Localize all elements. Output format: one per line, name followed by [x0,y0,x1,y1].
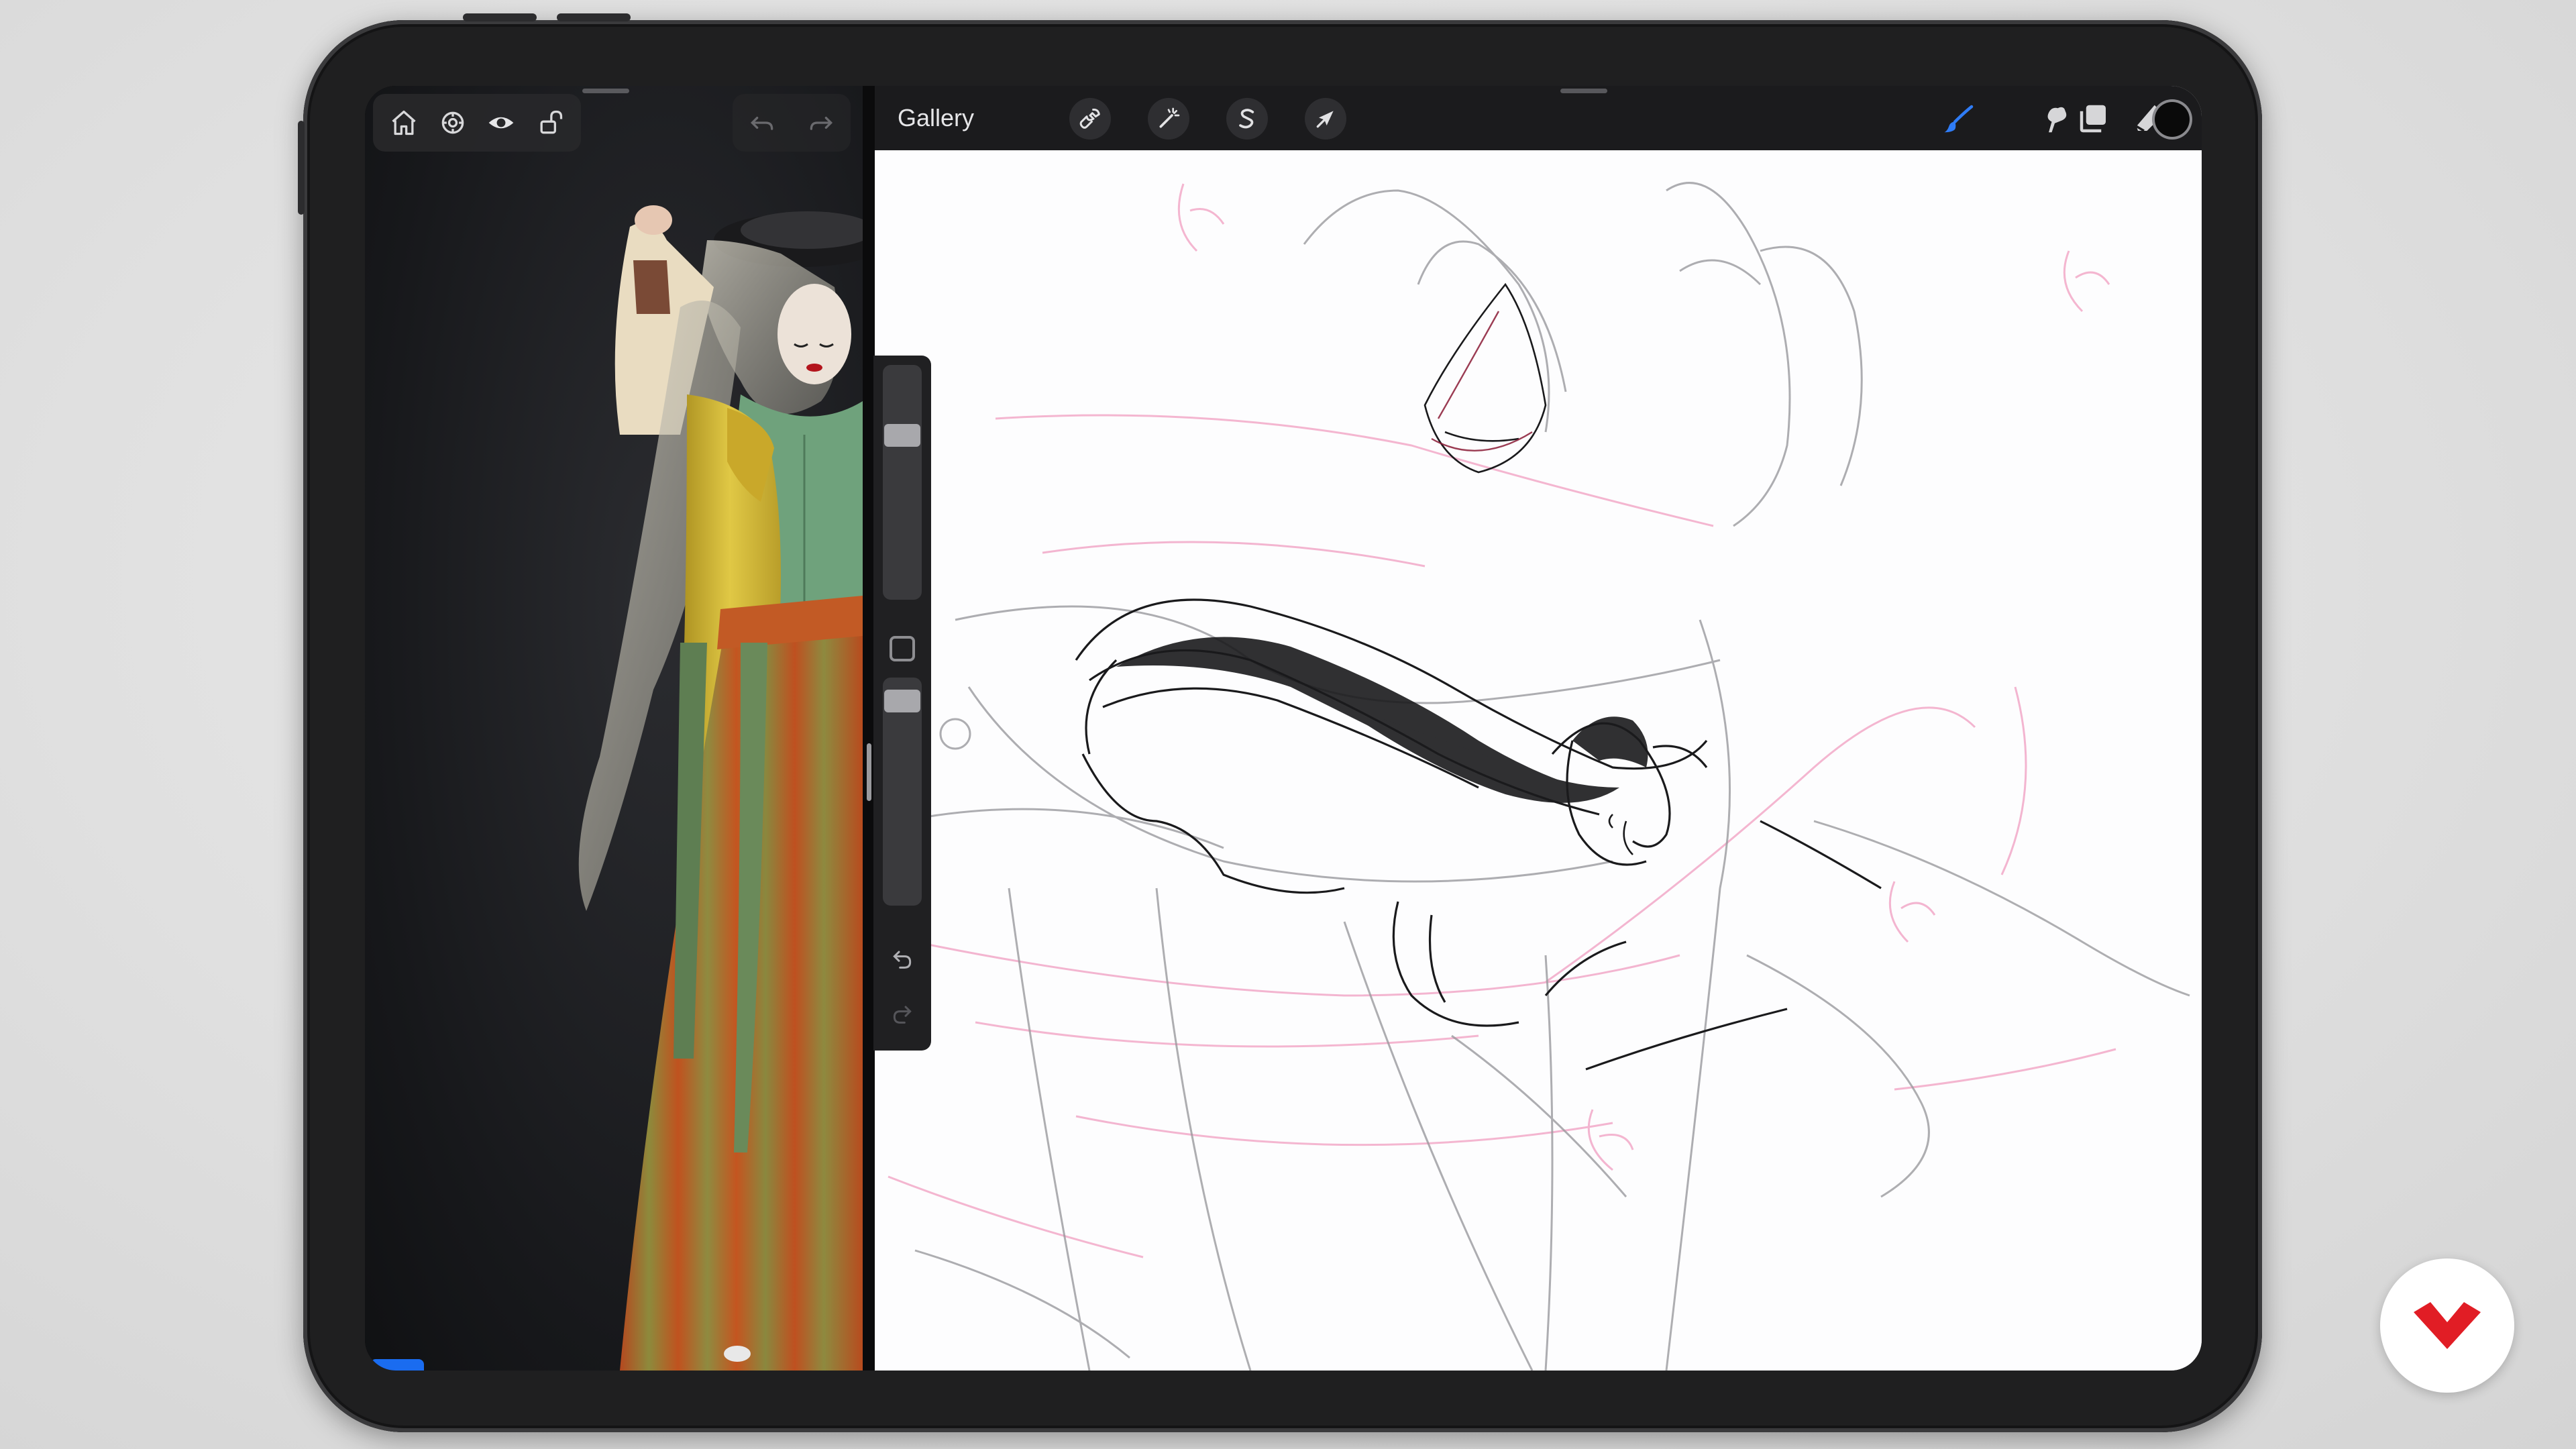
drawing-canvas[interactable] [875,150,2202,1371]
undo-icon[interactable] [746,107,778,139]
desktop-background: Gallery [0,0,2576,1449]
gallery-button[interactable]: Gallery [898,101,974,136]
smudge-icon [2047,107,2067,133]
procreate-app: Gallery [875,86,2202,1371]
ipad-top-button [557,13,631,21]
procreate-sidebar [873,356,931,1051]
brush-opacity-slider[interactable] [883,678,922,906]
settings-icon[interactable] [437,107,469,139]
procreate-pane-grabber[interactable] [1560,89,1607,93]
unlock-icon[interactable] [534,107,566,139]
reference-photo [578,205,863,1371]
ipad-screen: Gallery [365,86,2202,1371]
split-view-handle[interactable] [867,743,871,801]
sidebar-redo-button[interactable] [887,998,918,1029]
eye-icon[interactable] [485,107,517,139]
sketch-artwork [888,182,2190,1371]
transform-button[interactable] [1305,98,1346,140]
ipad-top-button [463,13,537,21]
reference-toolbar [373,94,581,152]
brush-icon [1944,105,1974,133]
wrench-icon [1079,108,1100,129]
brand-logo [2380,1258,2514,1393]
app-tab-indicator [370,1359,424,1371]
procreate-toolbar: Gallery [875,86,2202,150]
brush-size-slider[interactable] [883,365,922,600]
brush-opacity-thumb[interactable] [884,690,920,712]
color-picker-swatch[interactable] [2155,102,2190,137]
brush-size-thumb[interactable] [884,424,920,447]
redo-icon [893,1006,912,1024]
smudge-tool[interactable] [2034,98,2076,140]
undo-icon [893,951,912,969]
reference-photo-pane[interactable] [365,86,863,1371]
arrow-cursor-icon [1316,111,1334,128]
magic-wand-icon [1159,107,1180,128]
selection-s-icon [1239,109,1254,129]
actions-button[interactable] [1069,98,1111,140]
brush-tool[interactable] [1939,98,1980,140]
reference-pane-grabber[interactable] [582,89,629,93]
adjustments-button[interactable] [1148,98,1189,140]
layers-icon [2080,105,2106,133]
redo-icon[interactable] [805,107,837,139]
modify-button[interactable] [890,636,915,661]
home-icon[interactable] [388,107,420,139]
brand-logo-mark [2414,1302,2481,1349]
ipad-side-button [298,121,305,215]
selection-button[interactable] [1226,98,1268,140]
sidebar-undo-button[interactable] [887,943,918,974]
layers-button[interactable] [2073,98,2114,140]
reference-undo-group [733,94,851,152]
